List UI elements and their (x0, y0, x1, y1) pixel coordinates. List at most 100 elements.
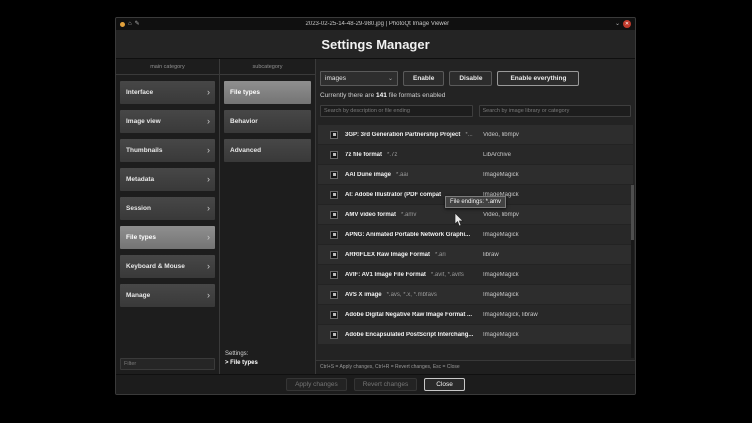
filetype-description: 7z file format (345, 152, 382, 158)
main-category-item[interactable]: Metadata › (120, 168, 215, 191)
main-category-item[interactable]: Image view › (120, 110, 215, 133)
filetype-endings: *.aai (396, 172, 408, 178)
filetype-controls: images ⌄ Enable Disable Enable everythin… (316, 59, 635, 92)
filetype-text: 7z file format *.7z (345, 152, 483, 158)
main-category-item-label: Image view (126, 118, 161, 125)
chevron-right-icon: › (207, 88, 210, 97)
filetype-description: AI: Adobe Illustrator (PDF compat (345, 192, 441, 198)
subcategory-item[interactable]: Advanced (224, 139, 311, 162)
filetype-checkbox[interactable] (330, 231, 338, 239)
filetype-text: Adobe Encapsulated PostScript Interchang… (345, 332, 483, 338)
filetype-checkbox[interactable] (330, 271, 338, 279)
filetype-checkbox[interactable] (330, 251, 338, 259)
filetype-row[interactable]: Adobe Encapsulated PostScript Interchang… (318, 325, 633, 344)
apply-changes-button[interactable]: Apply changes (286, 378, 347, 391)
chevron-down-icon[interactable]: ⌄ (615, 21, 620, 27)
close-window-button[interactable]: ✕ (623, 20, 631, 28)
chevron-right-icon: › (207, 117, 210, 126)
settings-note: Settings: > File types (220, 350, 315, 374)
filetype-description: APNG: Animated Portable Network Graphi..… (345, 232, 470, 238)
filetype-description: AVS X image (345, 292, 382, 298)
filetype-checkbox[interactable] (330, 151, 338, 159)
filetype-list: 3GP: 3rd Generation Partnership Project … (316, 125, 635, 360)
filetype-filter-dropdown[interactable]: images ⌄ (320, 71, 398, 86)
app-icon (120, 22, 125, 27)
settings-note-path: > File types (225, 359, 310, 369)
photoqt-settings-window: ⌂ ✎ 2023-02-25-14-48-29-980.jpg | PhotoQ… (115, 17, 636, 395)
chevron-right-icon: › (207, 262, 210, 271)
filetype-text: 3GP: 3rd Generation Partnership Project … (345, 132, 483, 138)
filetype-row[interactable]: AVIF: AV1 Image File Format *.avif, *.av… (318, 265, 633, 284)
enable-button[interactable]: Enable (403, 71, 444, 86)
main-category-item-label: Metadata (126, 176, 154, 183)
subcategory-list: File types Behavior Advanced (220, 78, 315, 165)
subcategory-item[interactable]: File types (224, 81, 311, 104)
disable-button[interactable]: Disable (449, 71, 492, 86)
filetype-checkbox[interactable] (330, 191, 338, 199)
filetype-text: ARRIFLEX Raw Image Format *.ari (345, 252, 483, 258)
main-category-item-label: Thumbnails (126, 147, 162, 154)
main-category-item-label: Interface (126, 89, 153, 96)
revert-changes-button[interactable]: Revert changes (354, 378, 418, 391)
subcategory-item-label: Behavior (230, 118, 258, 125)
list-scrollbar[interactable] (631, 185, 634, 358)
category-filter-input[interactable] (120, 358, 215, 370)
filetype-text: AVS X image *.avs, *.x, *.mbfavs (345, 292, 483, 298)
filetype-row[interactable]: 7z file format *.7z LibArchive (318, 145, 633, 164)
subcategory-heading: subcategory (220, 61, 315, 75)
mouse-cursor (454, 213, 465, 227)
filetype-endings: *.7z (387, 152, 397, 158)
dropdown-value: images (325, 75, 346, 82)
filetype-text: APNG: Animated Portable Network Graphi..… (345, 232, 483, 238)
filetypes-panel: images ⌄ Enable Disable Enable everythin… (316, 59, 635, 374)
filetype-row[interactable]: ARRIFLEX Raw Image Format *.ari libraw (318, 245, 633, 264)
main-category-item[interactable]: Manage › (120, 284, 215, 307)
filetype-row[interactable]: 3GP: 3rd Generation Partnership Project … (318, 125, 633, 144)
main-category-item[interactable]: Interface › (120, 81, 215, 104)
filetype-row[interactable]: Adobe Digital Negative Raw Image Format … (318, 305, 633, 324)
shortcut-hints: Ctrl+S = Apply changes, Ctrl+R = Revert … (316, 360, 635, 374)
subcategory-item-label: File types (230, 89, 260, 96)
subcategory-item[interactable]: Behavior (224, 110, 311, 133)
home-icon[interactable]: ⌂ (128, 21, 132, 27)
main-category-item-label: Keyboard & Mouse (126, 263, 185, 270)
main-category-column: main category Interface › Image view › T… (116, 59, 220, 374)
search-description-input[interactable] (320, 105, 473, 117)
filetype-endings: *.ari (435, 252, 446, 258)
filetype-checkbox[interactable] (330, 331, 338, 339)
search-row (316, 105, 635, 125)
filetype-checkbox[interactable] (330, 171, 338, 179)
main-category-item[interactable]: Session › (120, 197, 215, 220)
filetype-checkbox[interactable] (330, 131, 338, 139)
window-title: 2023-02-25-14-48-29-980.jpg | PhotoQt Im… (143, 21, 612, 27)
filetype-category: ImageMagick (483, 172, 627, 178)
filetype-category: ImageMagick (483, 292, 627, 298)
filetype-category: LibArchive (483, 152, 627, 158)
search-library-input[interactable] (479, 105, 632, 117)
scrollbar-thumb[interactable] (631, 185, 634, 240)
filetype-row[interactable]: APNG: Animated Portable Network Graphi..… (318, 225, 633, 244)
filetype-category: Video, libmpv (483, 212, 627, 218)
filetype-row[interactable]: AVS X image *.avs, *.x, *.mbfavs ImageMa… (318, 285, 633, 304)
filetype-row[interactable]: AAI Dune image *.aai ImageMagick (318, 165, 633, 184)
filetype-description: ARRIFLEX Raw Image Format (345, 252, 430, 258)
status-line: Currently there are 141 file formats ena… (316, 92, 635, 105)
filetype-checkbox[interactable] (330, 291, 338, 299)
close-button[interactable]: Close (424, 378, 465, 391)
filetype-checkbox[interactable] (330, 311, 338, 319)
chevron-right-icon: › (207, 204, 210, 213)
filetype-checkbox[interactable] (330, 211, 338, 219)
settings-manager-header: Settings Manager (116, 30, 635, 59)
filetype-category: Video, libmpv (483, 132, 627, 138)
main-category-item[interactable]: Thumbnails › (120, 139, 215, 162)
filetype-description: AAI Dune image (345, 172, 391, 178)
filetype-description: Adobe Encapsulated PostScript Interchang… (345, 332, 473, 338)
filetype-category: ImageMagick (483, 332, 627, 338)
main-category-item[interactable]: Keyboard & Mouse › (120, 255, 215, 278)
main-category-item[interactable]: File types › (120, 226, 215, 249)
subcategory-column: subcategory File types Behavior Advanced (220, 59, 316, 374)
filetype-endings: *.amv (401, 212, 416, 218)
enable-everything-button[interactable]: Enable everything (497, 71, 579, 86)
edit-icon[interactable]: ✎ (135, 21, 140, 27)
main-category-item-label: Session (126, 205, 151, 212)
